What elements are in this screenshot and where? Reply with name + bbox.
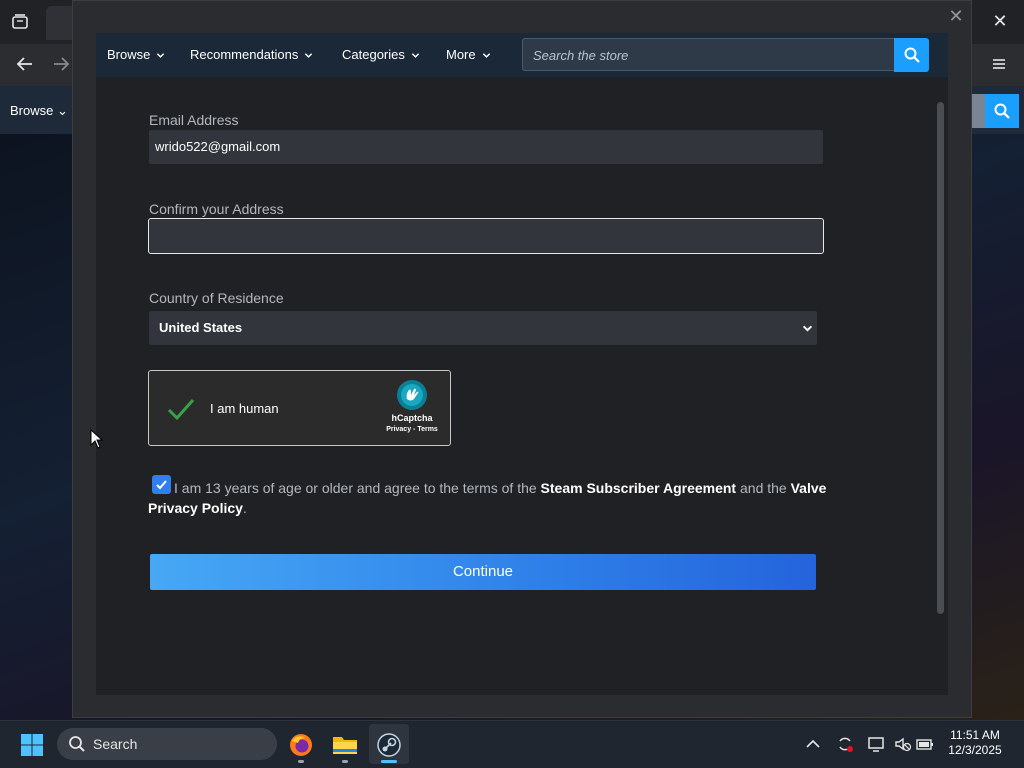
chevron-down-icon xyxy=(157,52,165,58)
confirm-email-label: Confirm your Address xyxy=(149,201,284,217)
steam-icon xyxy=(377,733,401,757)
volume-muted-icon[interactable] xyxy=(893,734,913,754)
email-value: wrido522@gmail.com xyxy=(155,139,281,154)
country-select[interactable]: United States xyxy=(149,311,817,345)
folder-icon xyxy=(333,737,357,754)
search-icon xyxy=(994,103,1010,119)
country-value: United States xyxy=(159,320,243,335)
explorer-running-indicator xyxy=(342,760,348,763)
nav-recommendations-label: Recommendations xyxy=(190,47,299,62)
nav-more-label: More xyxy=(446,47,476,62)
firefox-running-indicator xyxy=(298,760,304,763)
battery-icon[interactable] xyxy=(915,734,935,754)
sync-icon[interactable] xyxy=(835,734,855,754)
store-search-button[interactable] xyxy=(894,38,929,72)
forward-arrow-icon[interactable] xyxy=(50,53,72,75)
hamburger-menu-icon[interactable] xyxy=(988,53,1010,75)
firefox-taskbar-app[interactable] xyxy=(283,727,319,763)
store-search-input[interactable]: Search the store xyxy=(522,38,895,71)
steam-taskbar-icon-wrap[interactable] xyxy=(371,727,407,763)
chevron-down-icon xyxy=(411,52,420,58)
taskbar-search-box[interactable] xyxy=(57,728,277,760)
search-icon xyxy=(69,736,85,752)
chevron-down-icon xyxy=(482,52,490,58)
hcaptcha-brand: hCaptcha xyxy=(391,413,433,423)
email-label: Email Address xyxy=(149,112,239,128)
taskbar-search-label: Search xyxy=(93,736,138,752)
nav-categories[interactable]: Categories xyxy=(342,33,420,77)
chevron-down-icon xyxy=(305,52,313,58)
window-close-icon[interactable]: ✕ xyxy=(990,11,1010,31)
nav-more[interactable]: More xyxy=(446,33,491,77)
nav-browse[interactable]: Browse xyxy=(107,33,165,77)
background-browse-menu[interactable]: Browse ⌄ xyxy=(10,86,68,134)
clock-date: 12/3/2025 xyxy=(948,743,1002,757)
firefox-icon xyxy=(290,734,312,756)
clock-time: 11:51 AM xyxy=(950,728,1000,742)
agreement-text: I am 13 years of age or older and agree … xyxy=(148,478,828,518)
search-placeholder: Search the store xyxy=(533,48,629,63)
confirm-email-field[interactable] xyxy=(148,218,824,254)
file-explorer-taskbar-app[interactable] xyxy=(327,727,363,763)
hcaptcha-widget[interactable]: I am human hCaptcha Privacy - Terms xyxy=(148,370,451,446)
steam-subscriber-agreement-link[interactable]: Steam Subscriber Agreement xyxy=(541,480,737,496)
dialog-close-icon[interactable]: ✕ xyxy=(946,6,966,26)
back-arrow-icon[interactable] xyxy=(14,53,36,75)
mouse-cursor-icon xyxy=(90,429,104,449)
system-clock[interactable]: 11:51 AM 12/3/2025 xyxy=(940,728,1010,758)
hcaptcha-privacy-terms-link[interactable]: Privacy - Terms xyxy=(377,426,447,433)
windows-start-icon[interactable] xyxy=(20,733,44,757)
scrollbar-thumb[interactable] xyxy=(937,102,944,614)
checkmark-icon[interactable] xyxy=(167,397,195,421)
display-icon[interactable] xyxy=(866,734,886,754)
country-label: Country of Residence xyxy=(149,290,284,306)
agreement-prefix: I am 13 years of age or older and agree … xyxy=(174,480,537,496)
hcaptcha-logo-icon xyxy=(397,380,427,410)
search-icon xyxy=(904,47,920,63)
background-browse-label: Browse xyxy=(10,103,54,118)
email-field[interactable]: wrido522@gmail.com xyxy=(149,130,823,164)
steam-active-indicator xyxy=(381,760,397,763)
chevron-up-icon[interactable] xyxy=(803,734,823,754)
nav-recommendations[interactable]: Recommendations xyxy=(190,33,313,77)
agreement-middle: and the xyxy=(740,480,787,496)
background-search-button[interactable] xyxy=(985,94,1019,128)
nav-categories-label: Categories xyxy=(342,47,405,62)
nav-browse-label: Browse xyxy=(107,47,151,62)
tab-overview-icon[interactable] xyxy=(10,12,30,32)
chevron-down-icon xyxy=(802,325,813,332)
captcha-label: I am human xyxy=(210,401,279,416)
agreement-suffix: . xyxy=(242,500,247,516)
background-search-input[interactable] xyxy=(972,94,986,128)
continue-button[interactable]: Continue xyxy=(150,554,816,590)
